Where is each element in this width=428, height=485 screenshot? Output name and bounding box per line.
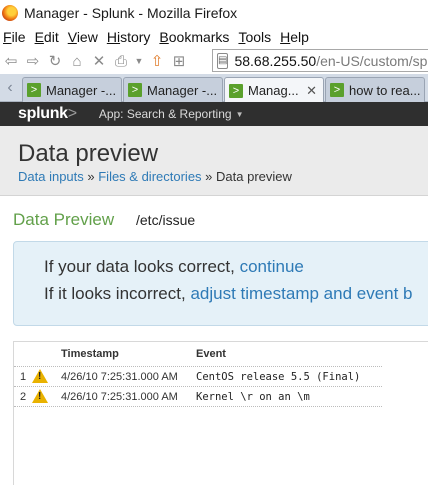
continue-link[interactable]: continue — [240, 257, 304, 276]
row-timestamp: 4/26/10 7:25:31.000 AM — [61, 391, 178, 403]
menu-view[interactable]: View — [65, 29, 104, 45]
warning-icon: ! — [32, 389, 48, 403]
menu-file-accel: F — [3, 29, 12, 45]
tab-close-icon[interactable]: ✕ — [306, 83, 317, 99]
splunk-favicon-icon: > — [330, 83, 344, 97]
splunk-header: splunk> App: Search & Reporting ▼ — [0, 102, 428, 126]
forward-icon[interactable]: ⇨ — [22, 50, 44, 72]
menu-bookmarks[interactable]: Bookmarks — [156, 29, 235, 45]
menu-help[interactable]: Help — [277, 29, 315, 45]
menu-bookmarks-rest: ookmarks — [168, 29, 230, 45]
app-menu[interactable]: App: Search & Reporting ▼ — [99, 107, 244, 121]
back-icon[interactable]: ⇦ — [0, 50, 22, 72]
menu-edit[interactable]: Edit — [32, 29, 65, 45]
splunk-favicon-icon: > — [128, 83, 142, 97]
tab-manager-active[interactable]: > Manag... ✕ — [224, 77, 324, 103]
row-number: 2 — [20, 391, 27, 403]
page-header: Data preview Data inputs » Files & direc… — [0, 126, 428, 196]
warning-icon: ! — [32, 369, 48, 383]
breadcrumb-current: Data preview — [216, 169, 292, 184]
home-icon[interactable]: ⌂ — [66, 50, 88, 72]
page-info-icon[interactable]: ▤ — [217, 52, 229, 69]
menu-bar: File Edit View History Bookmarks Tools H… — [0, 26, 428, 48]
breadcrumb-separator: » — [201, 169, 217, 184]
app-menu-label: App: Search & Reporting — [98, 107, 232, 121]
row-event: CentOS release 5.5 (Final) — [196, 371, 361, 383]
menu-help-rest: elp — [290, 29, 309, 45]
url-bar[interactable]: ▤ 58.68.255.50/en-US/custom/splun — [212, 49, 428, 72]
url-text: 58.68.255.50/en-US/custom/splun — [234, 53, 428, 69]
addon-icon[interactable]: ⊞ — [168, 50, 190, 72]
tab-how-to-read[interactable]: > how to rea... — [325, 77, 425, 102]
menu-bookmarks-accel: B — [159, 29, 169, 45]
source-file-path: /etc/issue — [136, 212, 196, 228]
row-event: Kernel \r on an \m — [196, 391, 310, 403]
menu-history-rest: story — [120, 29, 151, 45]
data-preview-heading: Data Preview — [13, 210, 115, 229]
breadcrumb: Data inputs » Files & directories » Data… — [18, 169, 292, 184]
upload-arrow-icon[interactable]: ⇧ — [146, 50, 168, 72]
menu-file[interactable]: File — [0, 29, 32, 45]
menu-view-rest: iew — [76, 29, 98, 45]
splunk-logo-chevron: > — [67, 105, 77, 122]
url-path: /en-US/custom/splun — [316, 52, 428, 69]
menu-edit-accel: E — [34, 29, 44, 45]
caret-down-icon: ▼ — [235, 109, 244, 119]
notice-line-incorrect: If it looks incorrect, adjust timestamp … — [44, 284, 413, 304]
tab-strip: ‹ > Manager -... > Manager -... > Manag.… — [0, 74, 428, 103]
window-title: Manager - Splunk - Mozilla Firefox — [24, 5, 238, 21]
menu-view-accel: V — [67, 29, 77, 45]
main-content: Data Preview /etc/issue If your data loo… — [0, 196, 428, 485]
table-row: 1 ! 4/26/10 7:25:31.000 AM CentOS releas… — [14, 367, 382, 387]
menu-file-rest: ile — [11, 29, 26, 45]
menu-tools-rest: ools — [245, 29, 272, 45]
print-icon[interactable]: ⎙ — [110, 50, 132, 72]
breadcrumb-data-inputs[interactable]: Data inputs — [18, 169, 84, 184]
window-titlebar: Manager - Splunk - Mozilla Firefox — [0, 0, 428, 26]
column-header-timestamp: Timestamp — [61, 348, 119, 360]
tab-label: Manager -... — [46, 82, 117, 98]
adjust-timestamp-link[interactable]: adjust timestamp and event b — [190, 284, 412, 303]
splunk-logo[interactable]: splunk> — [18, 105, 77, 123]
firefox-logo-icon — [2, 5, 18, 21]
menu-history-accel: Hi — [106, 29, 121, 45]
menu-history[interactable]: History — [104, 29, 157, 45]
breadcrumb-files-directories[interactable]: Files & directories — [98, 169, 201, 184]
splunk-logo-text: splunk — [18, 105, 68, 122]
navigation-toolbar: ⇦ ⇨ ↻ ⌂ ✕ ⎙ ▼ ⇧ ⊞ ▤ 58.68.255.50/en-US/c… — [0, 48, 428, 74]
tab-label: how to rea... — [349, 82, 421, 98]
reload-icon[interactable]: ↻ — [44, 50, 66, 72]
stop-icon[interactable]: ✕ — [88, 50, 110, 72]
breadcrumb-separator: » — [83, 169, 99, 184]
column-header-event: Event — [196, 348, 226, 360]
row-number: 1 — [20, 371, 27, 383]
splunk-favicon-icon: > — [27, 83, 41, 97]
url-host: 58.68.255.50 — [234, 52, 317, 69]
page-title: Data preview — [18, 140, 159, 167]
tab-manager-1[interactable]: > Manager -... — [22, 77, 122, 102]
table-row: 2 ! 4/26/10 7:25:31.000 AM Kernel \r on … — [14, 387, 382, 407]
notice-line-correct: If your data looks correct, continue — [44, 257, 304, 277]
dropdown-chevron-icon[interactable]: ▼ — [132, 50, 146, 72]
tab-manager-2[interactable]: > Manager -... — [123, 77, 223, 102]
notice-text: If it looks incorrect, — [44, 284, 191, 303]
row-divider — [14, 406, 382, 407]
notice-text: If your data looks correct, — [44, 257, 240, 276]
tab-label: Manager -... — [147, 82, 218, 98]
tab-label: Manag... — [248, 83, 299, 98]
tab-scroll-left-icon[interactable]: ‹ — [2, 78, 18, 98]
menu-help-accel: H — [280, 29, 291, 45]
preview-notice: If your data looks correct, continue If … — [13, 241, 428, 326]
menu-tools[interactable]: Tools — [235, 29, 277, 45]
row-timestamp: 4/26/10 7:25:31.000 AM — [61, 371, 178, 383]
events-table: Timestamp Event 1 ! 4/26/10 7:25:31.000 … — [13, 341, 428, 485]
splunk-favicon-icon: > — [229, 83, 243, 98]
menu-edit-rest: dit — [43, 29, 59, 45]
